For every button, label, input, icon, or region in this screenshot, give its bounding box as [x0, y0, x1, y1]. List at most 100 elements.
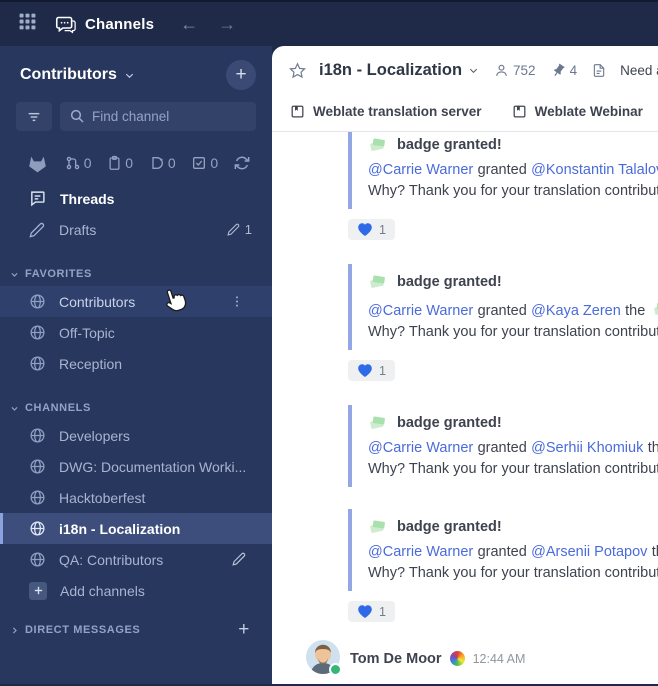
- search-input[interactable]: [60, 102, 256, 131]
- mention-grantee[interactable]: @Kaya Zeren: [531, 303, 621, 319]
- channels-label: CHANNELS: [25, 402, 91, 414]
- history-back-icon[interactable]: ←: [180, 15, 198, 33]
- blue-heart-icon: [358, 605, 372, 618]
- favorites-label: FAVORITES: [25, 268, 92, 280]
- pinned-count: 4: [569, 63, 578, 78]
- sidebar-channel-qa-contributors[interactable]: QA: Contributors: [0, 544, 272, 575]
- channel-view: i18n - Localization 752 4 Need Weblate t…: [272, 46, 658, 684]
- channel-files-button[interactable]: [592, 63, 606, 78]
- gitlab-todos[interactable]: 0: [191, 155, 218, 171]
- reaction-blue-heart[interactable]: 1: [348, 360, 395, 381]
- sidebar-channel-i18n-localization[interactable]: i18n - Localization: [0, 513, 272, 544]
- reaction-blue-heart[interactable]: 1: [348, 601, 395, 622]
- add-button[interactable]: +: [226, 60, 256, 90]
- grant-line: @Carrie Warner granted @Kaya Zeren the: [368, 299, 658, 319]
- mention-grantee[interactable]: @Konstantin Talalov: [531, 162, 658, 178]
- mention-granter[interactable]: @Carrie Warner: [368, 303, 473, 319]
- grant-verb: granted: [477, 544, 527, 560]
- product-channels[interactable]: Channels: [55, 14, 154, 35]
- gitlab-refresh-icon[interactable]: [234, 155, 250, 171]
- bot-message: badge granted! @Carrie Warner granted @Kon…: [272, 132, 658, 242]
- threads-label: Threads: [60, 190, 115, 207]
- bookmark-weblate-webinar[interactable]: Weblate Webinar: [512, 104, 643, 119]
- gitlab-merge-requests[interactable]: 0: [65, 155, 92, 171]
- members-icon: [496, 64, 507, 76]
- badge-granted-title: badge granted!: [397, 274, 502, 290]
- history-forward-icon[interactable]: →: [218, 15, 236, 33]
- sidebar-channel-off-topic[interactable]: Off-Topic: [0, 317, 272, 348]
- badge-emoji: [652, 299, 658, 319]
- gitlab-reviews[interactable]: 0: [149, 155, 176, 171]
- rainbow-status-emoji: [449, 651, 465, 666]
- mention-grantee[interactable]: @Serhii Khomiuk: [531, 440, 643, 456]
- bookmark-icon: [290, 104, 305, 119]
- sidebar-item-drafts[interactable]: Drafts 1: [0, 214, 272, 245]
- gitlab-issues[interactable]: 0: [107, 155, 133, 171]
- sidebar-channel-hacktoberfest[interactable]: Hacktoberfest: [0, 482, 272, 513]
- favorite-star-icon[interactable]: [289, 62, 306, 79]
- channel-members-button[interactable]: 752: [494, 63, 536, 78]
- gitlab-merge-count: 0: [83, 154, 92, 171]
- grant-line: @Carrie Warnergranted@Arsenii Potapov the: [368, 544, 658, 560]
- draft-pencil-icon: [232, 552, 246, 569]
- grant-verb: granted: [477, 162, 527, 178]
- channel-title-chevron-icon[interactable]: [468, 65, 479, 76]
- grant-after: the: [647, 440, 658, 456]
- message-quote: badge granted! @Carrie Warner granted @Kay…: [348, 264, 658, 350]
- gitlab-fox-icon[interactable]: [26, 152, 49, 173]
- message-quote: badge granted! @Carrie Warner granted @Ars…: [348, 509, 658, 591]
- add-channels-button[interactable]: Add channels: [0, 575, 272, 606]
- dm-chevron-icon: [10, 626, 19, 635]
- mention-granter[interactable]: @Carrie Warner: [368, 162, 473, 178]
- channels-section-header[interactable]: CHANNELS: [0, 396, 272, 420]
- sidebar-channel-developers[interactable]: Developers: [0, 420, 272, 451]
- grant-after: the: [625, 303, 646, 319]
- avatar[interactable]: [306, 640, 342, 676]
- drafts-label: Drafts: [59, 221, 97, 238]
- pinned-posts-button[interactable]: 4: [551, 63, 578, 78]
- dm-add-button[interactable]: +: [238, 619, 250, 641]
- timestamp[interactable]: 12:44 AM: [473, 652, 526, 666]
- channel-header: i18n - Localization 752 4 Need: [272, 46, 658, 91]
- channel-purpose-text[interactable]: Need assis: [620, 63, 658, 78]
- reaction-count: 1: [379, 363, 386, 378]
- global-header: Channels ← →: [0, 0, 658, 46]
- grant-line: @Carrie Warner granted @Konstantin Talalov…: [368, 162, 658, 178]
- sidebar-item-threads[interactable]: Threads: [0, 183, 272, 214]
- filter-icon[interactable]: [16, 102, 52, 131]
- reaction-blue-heart[interactable]: 1: [348, 219, 395, 240]
- bot-message: badge granted! @Carrie Warner granted @Ser…: [272, 405, 658, 487]
- badge-granted-title: badge granted!: [397, 519, 502, 535]
- sender-name[interactable]: Tom De Moor: [350, 651, 442, 667]
- message-list[interactable]: badge granted! @Carrie Warner granted @Kon…: [272, 132, 658, 684]
- channel-title[interactable]: i18n - Localization: [319, 61, 462, 80]
- blue-heart-icon: [358, 364, 372, 377]
- bot-message: badge granted! @Carrie Warner granted @Ars…: [272, 509, 658, 624]
- why-line: Why? Thank you for your translation cont…: [368, 565, 658, 581]
- bookmark-label: Weblate translation server: [313, 103, 482, 119]
- grant-verb: granted: [477, 303, 527, 319]
- globe-icon: [29, 427, 46, 444]
- mention-granter[interactable]: @Carrie Warner: [368, 544, 473, 560]
- bookmark-label: Weblate Webinar: [534, 103, 643, 119]
- globe-icon: [29, 458, 46, 475]
- mention-grantee[interactable]: @Arsenii Potapov: [531, 544, 647, 560]
- direct-messages-section-header[interactable]: DIRECT MESSAGES +: [0, 618, 272, 642]
- gitlab-review-count: 0: [167, 154, 176, 171]
- team-name[interactable]: Contributors: [20, 66, 117, 84]
- product-label: Channels: [85, 15, 155, 33]
- team-chevron-down-icon[interactable]: [124, 70, 135, 81]
- favorites-section-header[interactable]: FAVORITES: [0, 262, 272, 286]
- pin-icon: [553, 63, 565, 76]
- sidebar-channel-reception[interactable]: Reception: [0, 348, 272, 379]
- channel-options-kebab-icon[interactable]: [230, 294, 244, 312]
- grant-verb: granted: [477, 440, 527, 456]
- badge-emoji: [368, 413, 388, 433]
- members-count: 752: [513, 63, 536, 78]
- sidebar-channel-contributors[interactable]: Contributors: [0, 286, 272, 317]
- bookmark-weblate-translation-server[interactable]: Weblate translation server: [290, 104, 482, 119]
- sidebar-channel-dwg-documentation[interactable]: DWG: Documentation Worki...: [0, 451, 272, 482]
- mention-granter[interactable]: @Carrie Warner: [368, 440, 473, 456]
- apps-grid-icon[interactable]: [18, 12, 37, 36]
- message-quote: badge granted! @Carrie Warner granted @Kon…: [348, 132, 658, 209]
